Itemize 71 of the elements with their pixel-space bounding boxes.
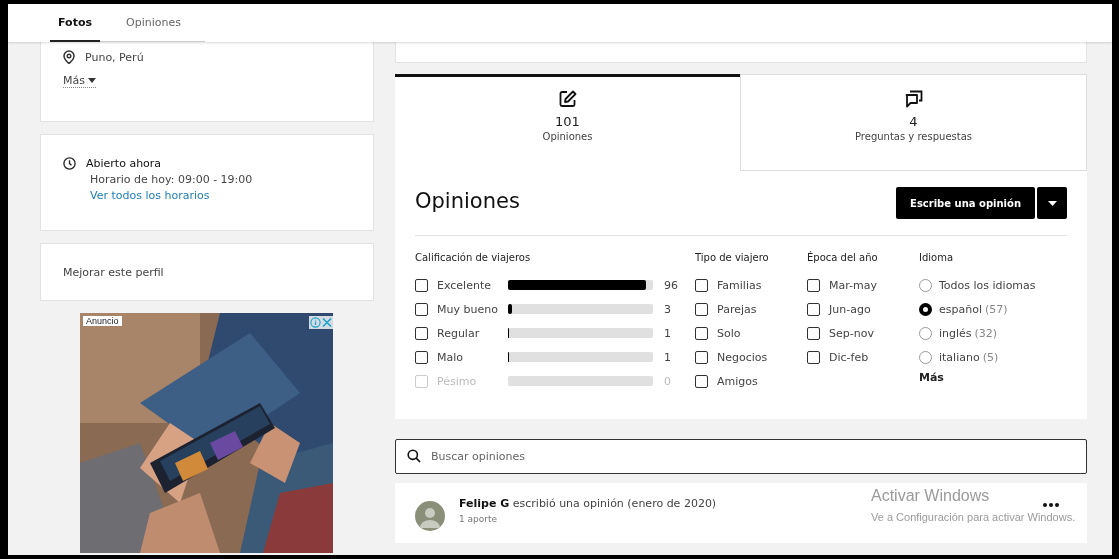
rating-label: Excelente — [437, 278, 492, 292]
checkbox[interactable] — [807, 302, 820, 316]
contributions-count: 1 aporte — [459, 514, 498, 524]
filter-label: Jun-ago — [829, 302, 871, 316]
activation-notice-title: Activar Windows — [871, 487, 991, 505]
location-pin-icon — [63, 50, 75, 64]
filter-heading: Época del año — [807, 252, 879, 263]
language-label: italiano — [939, 350, 980, 364]
rating-count: 3 — [664, 302, 672, 316]
checkbox[interactable] — [695, 374, 708, 388]
page-tab[interactable]: Opiniones — [118, 4, 189, 42]
rating-label: Malo — [437, 350, 465, 364]
filter-label: Sep-nov — [829, 326, 874, 340]
write-review-button[interactable]: Escribe una opinión — [896, 187, 1035, 219]
rating-count: 0 — [664, 374, 672, 388]
edit-icon — [557, 89, 578, 109]
filter-heading: Idioma — [919, 252, 955, 263]
rating-count: 1 — [664, 350, 672, 364]
filter-label: Familias — [717, 278, 762, 292]
improve-profile-link[interactable]: Mejorar este perfil — [63, 265, 164, 279]
language-count: (57) — [985, 302, 1008, 316]
checkbox[interactable] — [415, 278, 428, 292]
filter-label: Amigos — [717, 374, 758, 388]
filter-heading: Tipo de viajero — [695, 252, 770, 263]
caret-icon — [87, 78, 96, 83]
section-tab[interactable]: 101 Opiniones — [395, 74, 740, 171]
chat-bubbles-icon — [903, 89, 924, 109]
checkbox[interactable] — [695, 326, 708, 340]
checkbox[interactable] — [415, 326, 428, 340]
rating-label: Pésimo — [437, 374, 478, 388]
filter-label: Negocios — [717, 350, 768, 364]
checkbox[interactable] — [807, 350, 820, 364]
language-count: (32) — [974, 326, 998, 340]
checkbox[interactable] — [415, 350, 428, 364]
rating-count: 1 — [664, 326, 672, 340]
radio-button[interactable] — [919, 302, 932, 316]
review-byline: Felipe G escribió una opinión (enero de 2020) — [459, 497, 717, 510]
ad-label: Anuncio — [83, 316, 122, 326]
checkbox[interactable] — [695, 278, 708, 292]
filter-heading: Calificación de viajeros — [415, 252, 532, 263]
checkbox[interactable] — [695, 302, 708, 316]
all-hours-link[interactable]: Ver todos los horarios — [90, 189, 351, 202]
checkbox[interactable] — [807, 326, 820, 340]
filter-label: Solo — [717, 326, 741, 340]
caret-icon — [1047, 200, 1057, 206]
avatar — [415, 501, 445, 531]
dropdown-button[interactable] — [1037, 187, 1067, 219]
rating-count: 96 — [664, 278, 679, 292]
language-label: español — [939, 302, 982, 316]
language-count: (5) — [982, 350, 999, 364]
search-field[interactable]: Buscar opiniones — [395, 439, 1087, 474]
more-options-icon[interactable] — [1043, 503, 1059, 507]
clock-icon — [63, 157, 76, 170]
more-link[interactable]: Más — [919, 371, 1036, 384]
activation-notice-text: Ve a Configuración para activar Windows. — [871, 511, 1076, 523]
checkbox[interactable] — [415, 302, 428, 316]
more-button[interactable]: Más — [63, 74, 96, 88]
hours-today: Horario de hoy: 09:00 - 19:00 — [90, 173, 254, 186]
language-label: inglés — [939, 326, 972, 340]
section-tab[interactable]: 4 Preguntas y respuestas — [740, 74, 1087, 171]
open-status: Abierto ahora — [86, 157, 162, 170]
filter-label: Mar-may — [829, 278, 877, 292]
section-title: Opiniones — [415, 189, 520, 213]
checkbox[interactable] — [695, 350, 708, 364]
rating-label: Regular — [437, 326, 481, 340]
language-label: Todos los idiomas — [939, 278, 1036, 292]
filter-label: Parejas — [717, 302, 757, 316]
filter-label: Dic-feb — [829, 350, 869, 364]
rating-label: Muy bueno — [437, 302, 499, 316]
location-text: Puno, Perú — [85, 50, 144, 64]
checkbox[interactable] — [807, 278, 820, 292]
